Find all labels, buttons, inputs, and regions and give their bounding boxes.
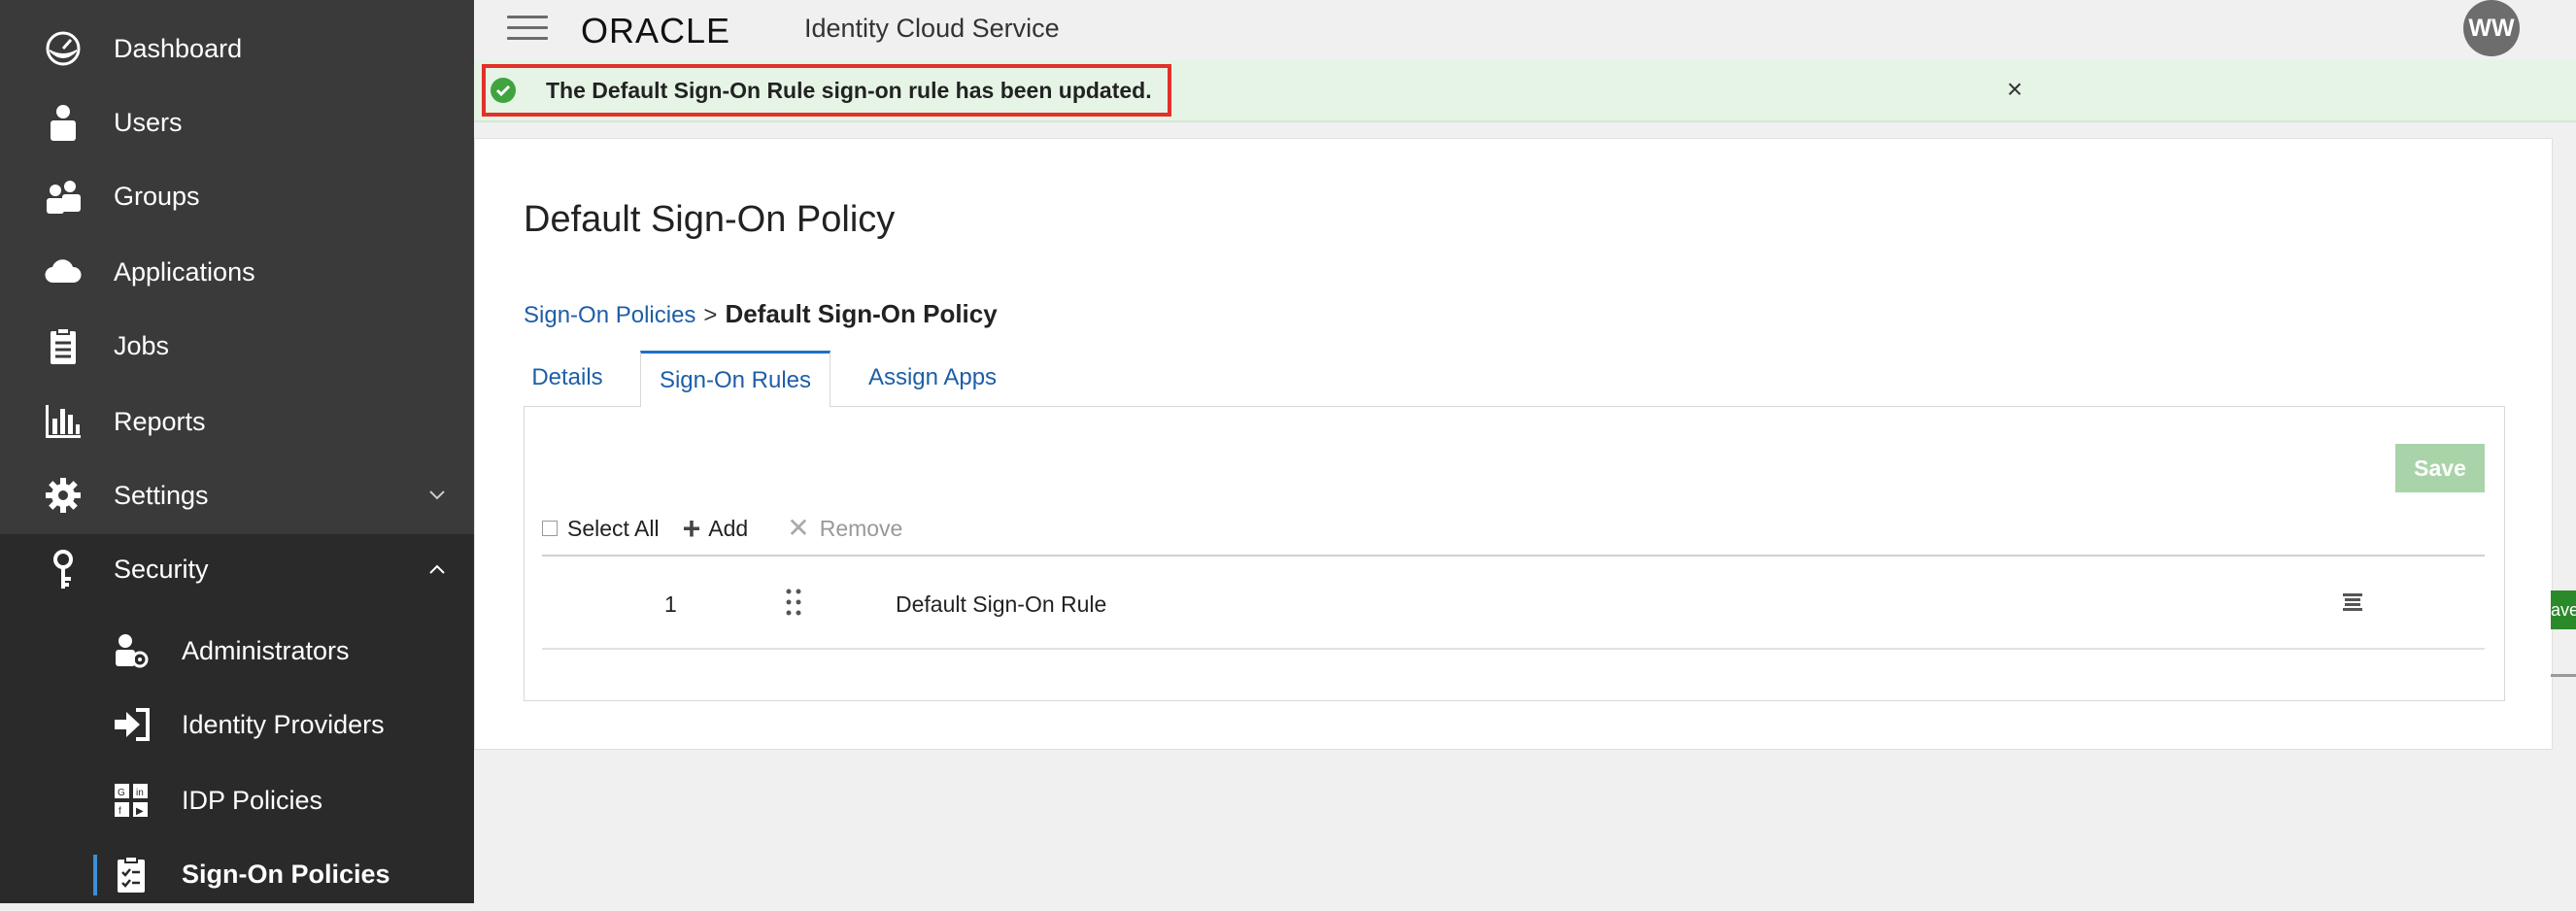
row-menu-icon[interactable] bbox=[2341, 590, 2364, 614]
save-button[interactable]: Save bbox=[2395, 444, 2485, 492]
sidebar-item-label: Users bbox=[114, 107, 183, 137]
content-card: Default Sign-On Policy Sign-On Policies >… bbox=[474, 138, 2553, 750]
breadcrumb-current: Default Sign-On Policy bbox=[725, 299, 998, 328]
sidebar-item-label: Settings bbox=[114, 480, 209, 510]
groups-icon bbox=[44, 177, 83, 216]
remove-label: Remove bbox=[819, 515, 903, 541]
dashboard-icon bbox=[44, 29, 83, 68]
hamburger-menu-icon[interactable] bbox=[507, 16, 548, 45]
sidebar-item-label: Reports bbox=[114, 406, 206, 436]
tab-assign-apps[interactable]: Assign Apps bbox=[840, 351, 1025, 405]
gear-icon bbox=[44, 476, 83, 515]
admin-icon bbox=[112, 631, 151, 670]
success-notification: The Default Sign-On Rule sign-on rule ha… bbox=[474, 60, 2576, 122]
edge-fragment-button: ave bbox=[2551, 590, 2576, 629]
sidebar-item-idp-policies[interactable]: Gin f ▶ IDP Policies bbox=[0, 763, 474, 837]
sidebar-item-label: Administrators bbox=[182, 635, 350, 665]
sidebar-item-label: Security bbox=[114, 554, 209, 584]
tab-sign-on-rules[interactable]: Sign-On Rules bbox=[640, 351, 830, 407]
breadcrumb-link-sign-on-policies[interactable]: Sign-On Policies bbox=[524, 302, 695, 328]
remove-button[interactable]: ✕ Remove bbox=[787, 515, 902, 542]
avatar[interactable]: WW bbox=[2463, 0, 2520, 56]
chevron-down-icon bbox=[424, 482, 451, 509]
rules-panel: Save Select All + Add ✕ Remove 1 Default… bbox=[524, 406, 2505, 701]
sidebar-item-jobs[interactable]: Jobs bbox=[0, 309, 474, 383]
sidebar-item-label: Applications bbox=[114, 256, 255, 287]
svg-text:G: G bbox=[118, 788, 125, 798]
sidebar-item-administrators[interactable]: Administrators bbox=[0, 614, 474, 688]
plus-icon: + bbox=[682, 511, 701, 546]
remove-icon: ✕ bbox=[787, 513, 810, 543]
svg-text:in: in bbox=[136, 788, 144, 798]
table-row[interactable]: 1 Default Sign-On Rule bbox=[542, 557, 2485, 650]
sidebar-item-label: Dashboard bbox=[114, 33, 243, 63]
sidebar-item-groups[interactable]: Groups bbox=[0, 159, 474, 233]
rule-order: 1 bbox=[664, 591, 677, 617]
svg-text:f: f bbox=[119, 806, 121, 817]
sign-in-icon bbox=[112, 705, 151, 744]
check-circle-icon bbox=[491, 78, 516, 103]
app-name: Identity Cloud Service bbox=[804, 14, 1060, 43]
select-all-checkbox[interactable] bbox=[542, 521, 558, 536]
close-icon[interactable]: × bbox=[2007, 76, 2022, 103]
tab-details[interactable]: Details bbox=[504, 351, 630, 405]
app-header: ORACLE Identity Cloud Service WW bbox=[474, 0, 2576, 60]
page-title: Default Sign-On Policy bbox=[524, 199, 896, 240]
edge-fragment-line bbox=[2551, 674, 2576, 677]
key-icon bbox=[44, 550, 83, 589]
sidebar-item-identity-providers[interactable]: Identity Providers bbox=[0, 688, 474, 761]
breadcrumb-separator: > bbox=[703, 302, 718, 328]
sidebar-item-label: Groups bbox=[114, 181, 200, 211]
sidebar-item-dashboard[interactable]: Dashboard bbox=[0, 12, 474, 85]
user-icon bbox=[44, 103, 83, 142]
drag-handle-icon[interactable] bbox=[785, 588, 802, 617]
breadcrumb: Sign-On Policies > Default Sign-On Policy bbox=[524, 299, 998, 329]
cloud-icon bbox=[44, 253, 83, 291]
sidebar-item-label: Identity Providers bbox=[182, 709, 385, 739]
add-button[interactable]: + Add bbox=[683, 513, 749, 544]
sidebar-item-label: Sign-On Policies bbox=[182, 859, 390, 889]
sidebar-item-label: IDP Policies bbox=[182, 785, 323, 815]
sidebar-item-label: Jobs bbox=[114, 330, 170, 360]
notification-message: The Default Sign-On Rule sign-on rule ha… bbox=[546, 78, 1152, 103]
idp-policies-icon: Gin f ▶ bbox=[112, 781, 151, 820]
sidebar-item-settings[interactable]: Settings bbox=[0, 458, 474, 532]
select-all-label: Select All bbox=[567, 515, 660, 541]
checklist-icon bbox=[112, 855, 151, 894]
sidebar-item-users[interactable]: Users bbox=[0, 85, 474, 159]
chevron-up-icon bbox=[424, 556, 451, 583]
sidebar: Dashboard Users Groups Applications Jobs… bbox=[0, 0, 474, 903]
svg-text:ORACLE: ORACLE bbox=[581, 12, 730, 51]
sidebar-item-applications[interactable]: Applications bbox=[0, 235, 474, 309]
add-label: Add bbox=[708, 515, 749, 541]
sidebar-item-reports[interactable]: Reports bbox=[0, 385, 474, 458]
sidebar-item-sign-on-policies[interactable]: Sign-On Policies bbox=[0, 837, 474, 911]
sidebar-item-security[interactable]: Security bbox=[0, 532, 474, 606]
reports-icon bbox=[44, 402, 83, 441]
oracle-logo: ORACLE bbox=[581, 12, 730, 51]
rule-name: Default Sign-On Rule bbox=[896, 591, 1107, 617]
jobs-icon bbox=[44, 326, 83, 365]
svg-text:▶: ▶ bbox=[136, 806, 144, 817]
rules-toolbar: Select All + Add ✕ Remove bbox=[542, 509, 902, 548]
